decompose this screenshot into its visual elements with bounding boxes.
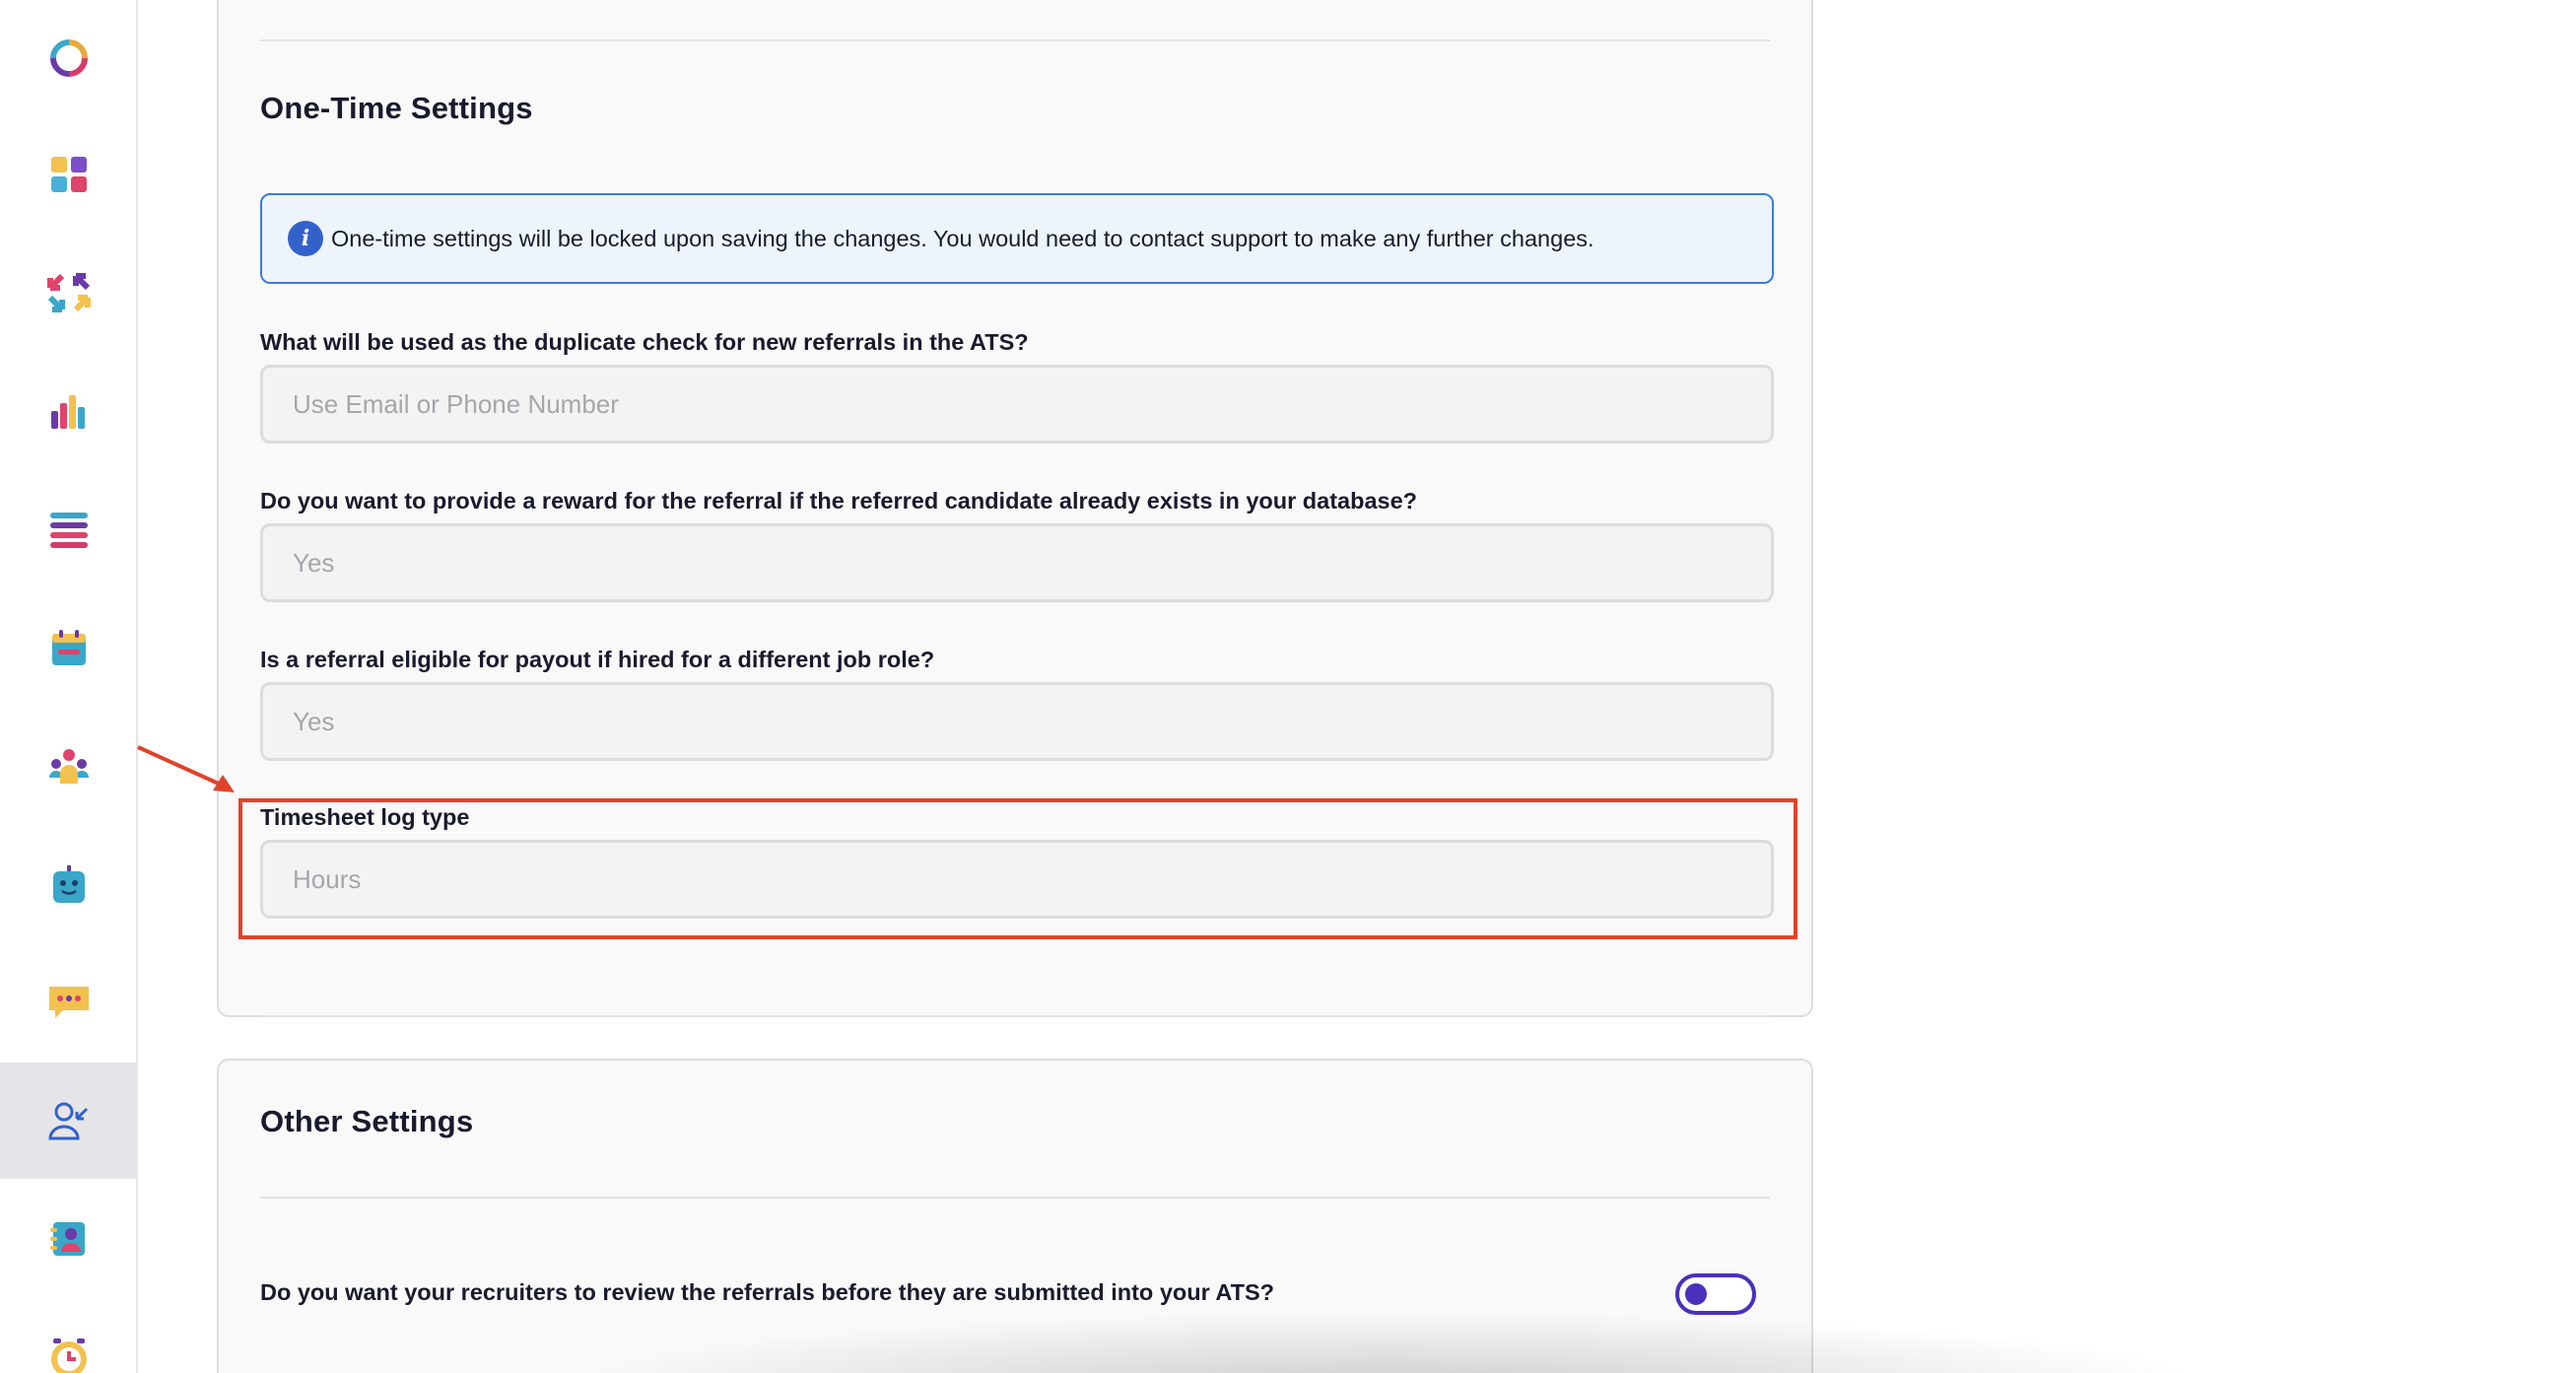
existing-candidate-reward-label: Do you want to provide a reward for the … (260, 488, 1418, 514)
nav-bot[interactable] (0, 826, 138, 942)
annotation-highlight-box (238, 798, 1797, 939)
nav-list[interactable] (0, 471, 138, 587)
nav-team[interactable] (0, 708, 138, 824)
bar-chart-icon (51, 395, 85, 429)
nav-calendar[interactable] (0, 589, 138, 706)
nav-timesheets[interactable] (0, 1299, 138, 1373)
info-icon: i (288, 221, 323, 256)
list-icon (50, 513, 88, 548)
nav-chat[interactable] (0, 944, 138, 1061)
section-title: Other Settings (260, 1104, 474, 1138)
team-icon (49, 749, 89, 784)
dashboard-grid-icon (51, 157, 87, 192)
recruiter-review-label: Do you want your recruiters to review th… (260, 1279, 1275, 1305)
logo-ring-icon (50, 39, 88, 77)
nav-analytics[interactable] (0, 353, 138, 469)
chat-icon (49, 987, 89, 1018)
section-title: One-Time Settings (260, 91, 533, 125)
contact-card-icon (50, 1222, 85, 1256)
section-divider (260, 1197, 1770, 1199)
card-bottom-divider (260, 1015, 1770, 1017)
arrows-exchange-icon (47, 273, 91, 312)
existing-candidate-reward-field[interactable]: Yes (260, 523, 1774, 602)
duplicate-check-field[interactable]: Use Email or Phone Number (260, 365, 1774, 444)
recruiter-review-toggle[interactable] (1675, 1273, 1756, 1315)
toggle-knob (1685, 1283, 1707, 1305)
nav-dashboard[interactable] (0, 116, 138, 233)
bot-icon (53, 865, 85, 903)
calendar-icon (52, 630, 86, 665)
nav-contacts[interactable] (0, 1181, 138, 1297)
nav-logo[interactable] (0, 0, 138, 116)
nav-exchange[interactable] (0, 235, 138, 351)
info-banner-text: One-time settings will be locked upon sa… (331, 225, 1594, 251)
annotation-arrow-icon (137, 745, 235, 792)
info-banner: i One-time settings will be locked upon … (260, 193, 1774, 284)
other-settings-card: Other Settings Do you want your recruite… (217, 1059, 1813, 1373)
different-role-payout-label: Is a referral eligible for payout if hir… (260, 647, 935, 672)
duplicate-check-label: What will be used as the duplicate check… (260, 329, 1029, 355)
different-role-payout-field[interactable]: Yes (260, 682, 1774, 761)
section-divider (260, 39, 1770, 41)
nav-referrals[interactable] (0, 1063, 138, 1179)
clock-icon (51, 1339, 87, 1373)
user-referral-icon (48, 1102, 89, 1140)
sidebar (0, 0, 138, 1373)
